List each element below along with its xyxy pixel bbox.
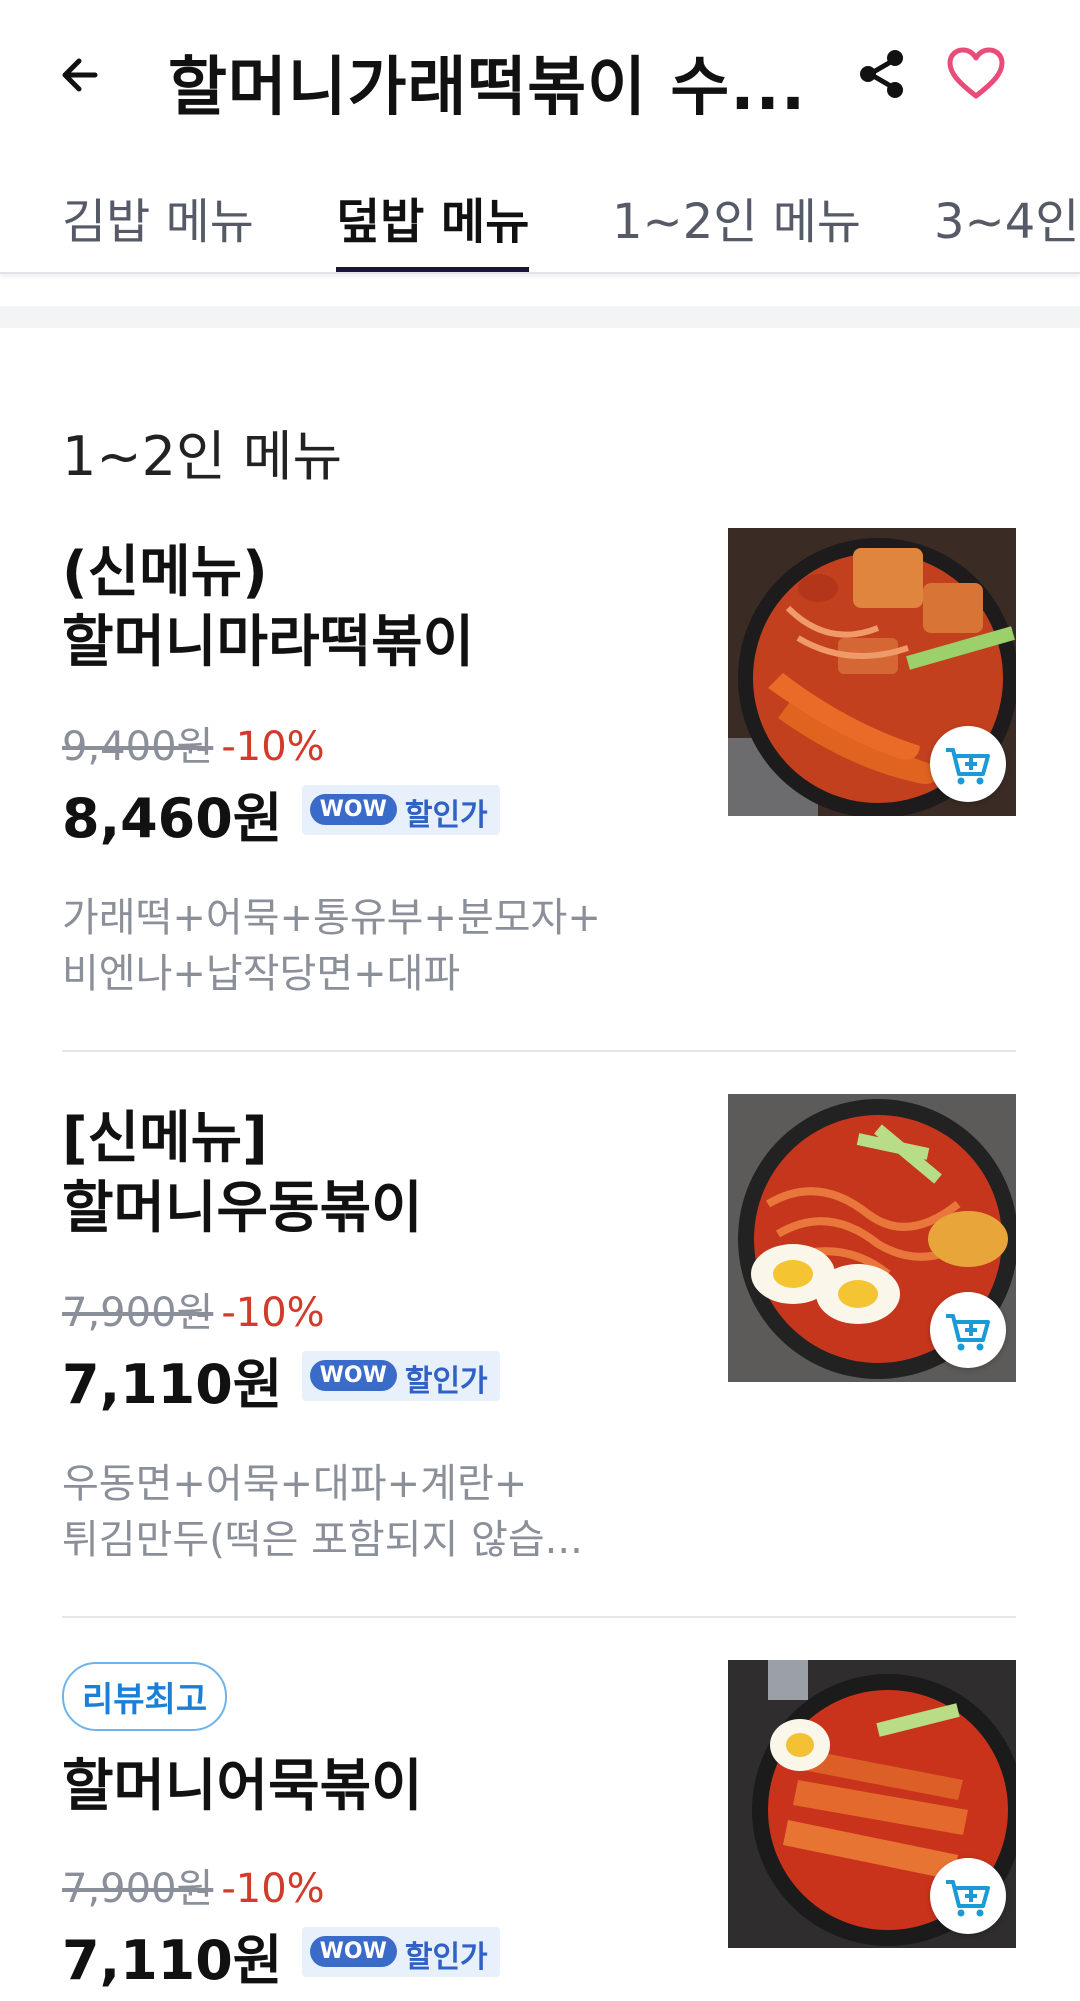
sale-price: 7,110원 — [62, 1929, 283, 1992]
discount-rate: -10% — [221, 1866, 325, 1912]
original-price-row: 7,900원 -10% — [62, 1280, 325, 1338]
category-tabs: 김밥 메뉴 덮밥 메뉴 1~2인 메뉴 3~4인 — [0, 160, 1080, 274]
original-price: 7,900원 — [62, 1290, 214, 1336]
wow-discount-label: 할인가 — [404, 797, 488, 833]
item-name: 할머니어묵볶이 — [62, 1754, 423, 1819]
description-line: 비엔나+납작당면+대파 — [62, 951, 461, 997]
item-name-line1: [신메뉴] — [62, 1106, 268, 1171]
add-to-cart-icon[interactable] — [930, 1858, 1006, 1934]
item-description: 우동면+어묵+대파+계란+ 튀김만두(떡은 포함되지 않습... — [62, 1456, 662, 1568]
wow-pill: WOW — [309, 1935, 397, 1967]
tab-gimbap-menu[interactable]: 김밥 메뉴 — [62, 182, 254, 272]
discount-rate: -10% — [221, 724, 325, 770]
tab-3-4-person-menu[interactable]: 3~4인 — [934, 182, 1079, 272]
section-gap — [0, 306, 1080, 328]
divider — [62, 1616, 1016, 1618]
add-to-cart-icon[interactable] — [930, 1292, 1006, 1368]
original-price: 9,400원 — [62, 724, 214, 770]
item-image[interactable] — [728, 528, 1016, 816]
item-name: [신메뉴] 할머니우동볶이 — [62, 1104, 662, 1244]
item-name: (신메뉴) 할머니마라떡볶이 — [62, 538, 662, 678]
item-name-line1: (신메뉴) — [62, 540, 268, 605]
original-price-row: 9,400원 -10% — [62, 714, 325, 772]
item-name-line2: 할머니마라떡볶이 — [62, 610, 475, 675]
heart-icon[interactable] — [944, 42, 1008, 106]
add-to-cart-icon[interactable] — [930, 726, 1006, 802]
price-row: 7,110원 WOW 할인가 — [62, 1916, 500, 1995]
wow-discount-label: 할인가 — [404, 1939, 488, 1975]
best-review-badge: 리뷰최고 — [62, 1662, 228, 1731]
section-title: 1~2인 메뉴 — [62, 425, 343, 488]
original-price: 7,900원 — [62, 1866, 214, 1912]
sale-price: 8,460원 — [62, 787, 283, 850]
item-name-line2: 할머니우동볶이 — [62, 1176, 423, 1241]
back-arrow-icon[interactable] — [55, 45, 115, 105]
tab-1-2-person-menu[interactable]: 1~2인 메뉴 — [612, 182, 861, 272]
item-image[interactable] — [728, 1094, 1016, 1382]
description-line: 우동면+어묵+대파+계란+ — [62, 1461, 528, 1507]
wow-discount-badge: WOW 할인가 — [301, 1350, 500, 1401]
share-icon[interactable] — [852, 44, 912, 104]
wow-pill: WOW — [309, 793, 397, 825]
wow-discount-badge: WOW 할인가 — [301, 1926, 500, 1977]
store-title: 할머니가래떡볶이 수... — [168, 51, 807, 125]
divider — [62, 1050, 1016, 1052]
price-row: 8,460원 WOW 할인가 — [62, 774, 500, 853]
discount-rate: -10% — [221, 1290, 325, 1336]
item-image[interactable] — [728, 1660, 1016, 1948]
description-line: 가래떡+어묵+통유부+분모자+ — [62, 895, 601, 941]
original-price-row: 7,900원 -10% — [62, 1856, 325, 1914]
wow-discount-badge: WOW 할인가 — [301, 784, 500, 835]
wow-discount-label: 할인가 — [404, 1363, 488, 1399]
wow-pill: WOW — [309, 1359, 397, 1391]
price-row: 7,110원 WOW 할인가 — [62, 1340, 500, 1419]
top-app-bar: 할머니가래떡볶이 수... — [0, 0, 1080, 150]
tab-rice-bowl-menu[interactable]: 덮밥 메뉴 — [336, 182, 530, 272]
description-line: 튀김만두(떡은 포함되지 않습... — [62, 1517, 583, 1563]
sale-price: 7,110원 — [62, 1353, 283, 1416]
item-description: 가래떡+어묵+통유부+분모자+ 비엔나+납작당면+대파 — [62, 890, 662, 1002]
